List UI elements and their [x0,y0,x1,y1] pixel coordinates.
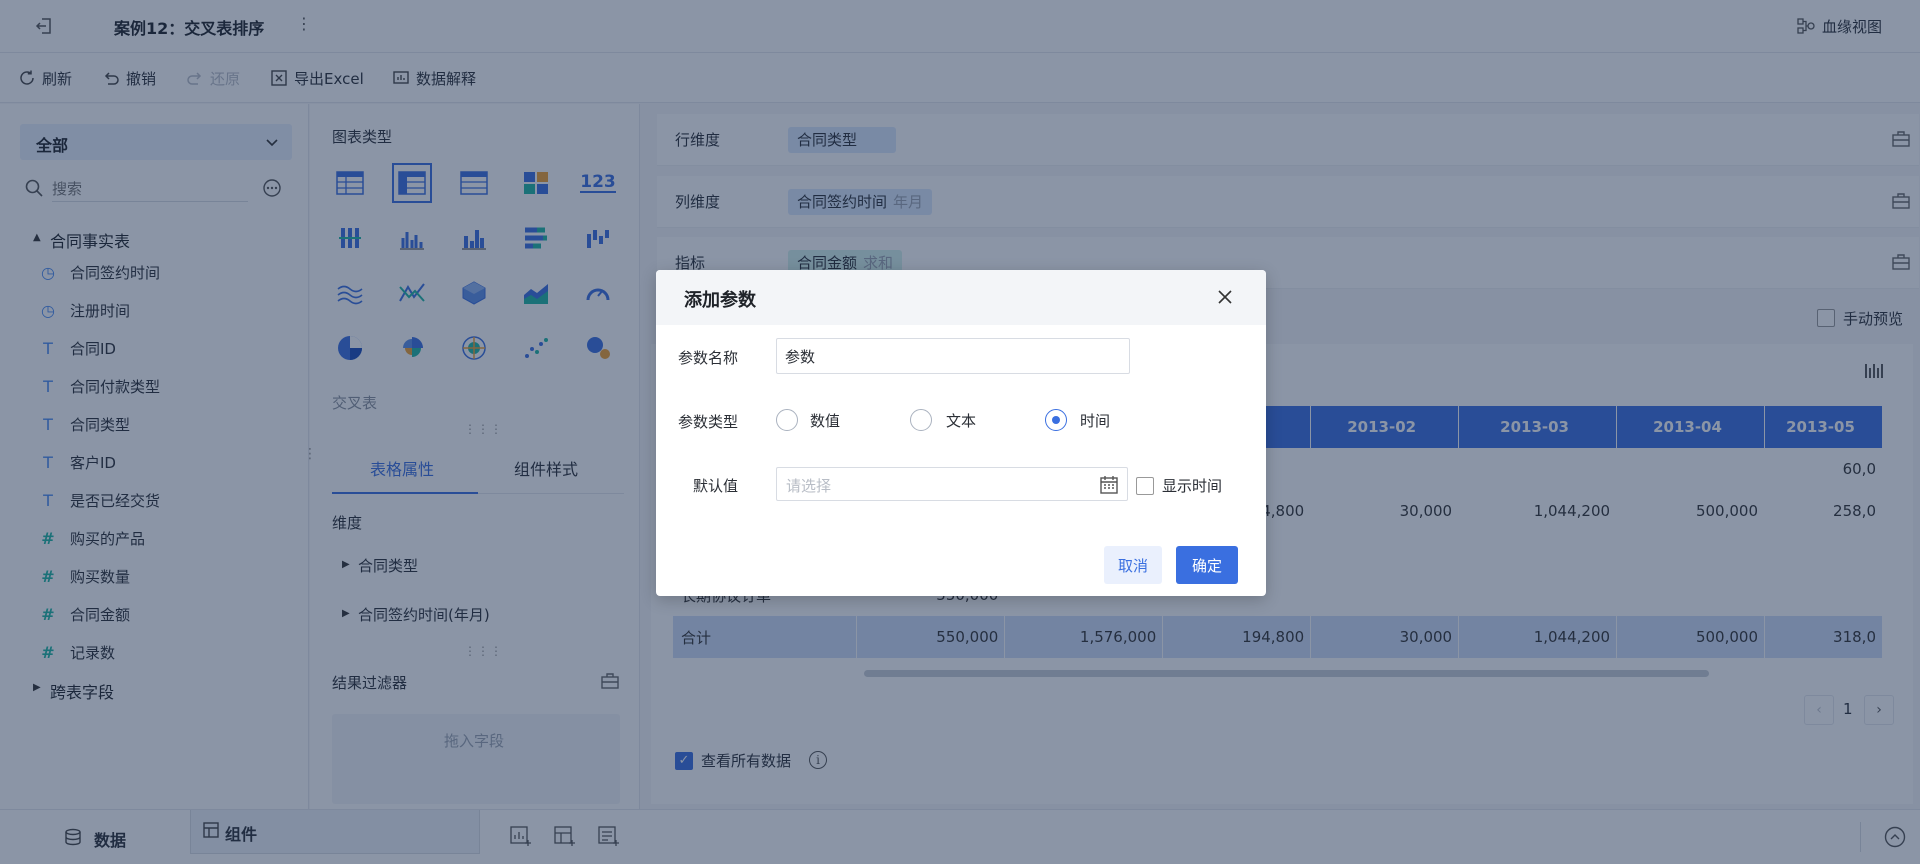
close-icon[interactable] [1216,288,1234,306]
default-value-label: 默认值 [692,477,738,495]
param-name-input[interactable] [776,338,1130,374]
cancel-label: 取消 [1118,557,1149,575]
radio-text[interactable] [910,409,932,431]
param-type-label: 参数类型 [677,413,738,431]
cancel-button[interactable]: 取消 [1104,546,1162,584]
show-time-checkbox[interactable] [1136,477,1154,495]
dialog-header: 添加参数 [656,270,1266,325]
radio-number[interactable] [776,409,798,431]
show-time-label: 显示时间 [1162,477,1223,495]
radio-time[interactable] [1045,409,1067,431]
confirm-button[interactable]: 确定 [1176,546,1238,584]
default-value-picker[interactable]: 请选择 [776,467,1128,501]
confirm-label: 确定 [1192,557,1223,575]
radio-time-label: 时间 [1080,412,1111,430]
dialog-title: 添加参数 [684,290,756,311]
radio-text-label: 文本 [946,412,977,430]
default-value-placeholder: 请选择 [786,477,832,495]
param-name-label: 参数名称 [677,349,738,367]
radio-number-label: 数值 [810,412,841,430]
add-parameter-dialog: 添加参数 参数名称 参数类型 默认值 请选择 显示时间 取消 确定 [656,270,1266,596]
calendar-icon[interactable] [1099,475,1119,495]
